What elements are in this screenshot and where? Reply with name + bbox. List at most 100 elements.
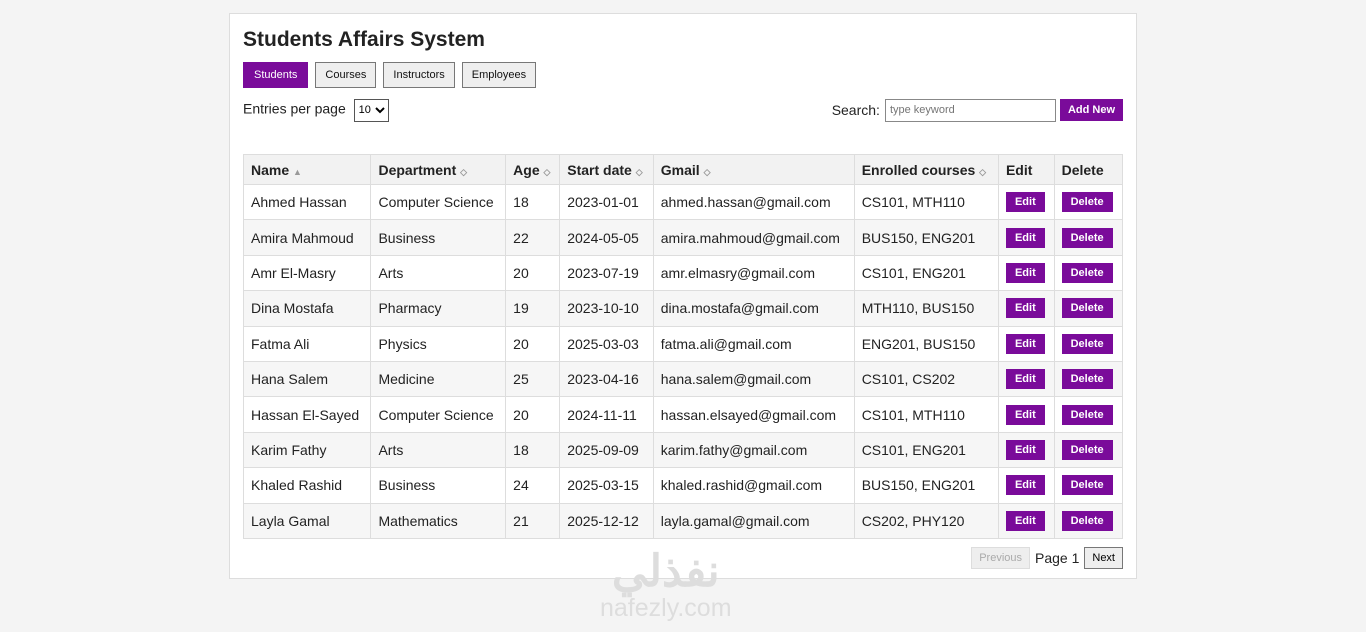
- cell-delete: Delete: [1053, 431, 1124, 469]
- delete-button[interactable]: Delete: [1061, 510, 1113, 531]
- add-new-button[interactable]: Add New: [1059, 99, 1123, 121]
- table-row: Karim Fathy Arts 18 2025-09-09 karim.fathy@g…: [242, 431, 1124, 469]
- cell-delete: Delete: [1053, 396, 1124, 433]
- edit-button[interactable]: Edit: [1005, 192, 1045, 213]
- sort-icon[interactable]: ▲: [293, 167, 302, 177]
- cell-edit: Edit: [997, 467, 1055, 504]
- column-header-start-date[interactable]: Start date ◇: [559, 154, 654, 185]
- column-header-gmail[interactable]: Gmail ◇: [652, 154, 855, 185]
- cell-enrolled-courses: ENG201, BUS150: [853, 325, 999, 362]
- watermark-latin: nafezly.com: [600, 594, 732, 622]
- cell-start-date: 2023-07-19: [559, 254, 654, 292]
- edit-button[interactable]: Edit: [1005, 298, 1045, 319]
- column-header-label: Name: [251, 161, 290, 178]
- cell-delete: Delete: [1053, 360, 1124, 398]
- delete-button[interactable]: Delete: [1061, 192, 1113, 213]
- column-header-edit: Edit: [997, 154, 1055, 185]
- tab-employees[interactable]: Employees: [461, 62, 537, 88]
- edit-button[interactable]: Edit: [1005, 333, 1045, 354]
- cell-age: 19: [505, 290, 561, 327]
- cell-name: Fatma Ali: [242, 325, 372, 362]
- cell-gmail: amr.elmasry@gmail.com: [652, 254, 855, 292]
- main-card: Students Affairs System Students Courses…: [229, 13, 1137, 579]
- cell-delete: Delete: [1053, 290, 1124, 327]
- cell-age: 20: [505, 396, 561, 433]
- cell-gmail: hana.salem@gmail.com: [652, 360, 855, 398]
- sort-icon[interactable]: ◇: [636, 167, 643, 177]
- edit-button[interactable]: Edit: [1005, 439, 1045, 460]
- column-header-age[interactable]: Age ◇: [505, 154, 561, 185]
- cell-name: Dina Mostafa: [242, 290, 372, 327]
- cell-department: Mathematics: [370, 502, 507, 539]
- delete-button[interactable]: Delete: [1061, 404, 1113, 425]
- search-label: Search:: [831, 102, 880, 118]
- column-header-enrolled-courses[interactable]: Enrolled courses ◇: [853, 154, 999, 185]
- edit-button[interactable]: Edit: [1005, 510, 1045, 531]
- cell-delete: Delete: [1053, 219, 1124, 256]
- delete-button[interactable]: Delete: [1061, 333, 1113, 354]
- cell-start-date: 2024-05-05: [559, 219, 654, 256]
- cell-enrolled-courses: CS202, PHY120: [853, 502, 999, 539]
- delete-button[interactable]: Delete: [1061, 439, 1113, 460]
- cell-edit: Edit: [997, 219, 1055, 256]
- cell-name: Hassan El-Sayed: [242, 396, 372, 433]
- table-row: Hana Salem Medicine 25 2023-04-16 hana.salem…: [242, 360, 1124, 398]
- watermark-logo: نفذلي nafezly.com: [600, 548, 732, 623]
- next-button[interactable]: Next: [1084, 546, 1123, 569]
- cell-edit: Edit: [997, 254, 1055, 292]
- cell-start-date: 2025-03-15: [559, 467, 654, 504]
- sort-icon[interactable]: ◇: [704, 167, 711, 177]
- cell-name: Amira Mahmoud: [242, 219, 372, 256]
- tab-students[interactable]: Students: [243, 62, 309, 88]
- delete-button[interactable]: Delete: [1061, 262, 1113, 283]
- cell-name: Khaled Rashid: [242, 467, 372, 504]
- edit-button[interactable]: Edit: [1005, 227, 1045, 248]
- cell-enrolled-courses: BUS150, ENG201: [853, 467, 999, 504]
- cell-department: Medicine: [370, 360, 507, 398]
- cell-edit: Edit: [997, 396, 1055, 433]
- delete-button[interactable]: Delete: [1061, 369, 1113, 390]
- search-input[interactable]: [884, 98, 1056, 122]
- edit-button[interactable]: Edit: [1005, 475, 1045, 496]
- table-row: Hassan El-Sayed Computer Science 20 2024-11…: [242, 396, 1124, 433]
- cell-department: Business: [370, 467, 507, 504]
- column-header-name[interactable]: Name ▲: [242, 154, 372, 185]
- cell-gmail: amira.mahmoud@gmail.com: [652, 219, 855, 256]
- sort-icon[interactable]: ◇: [544, 167, 551, 177]
- cell-gmail: layla.gamal@gmail.com: [652, 502, 855, 539]
- sort-icon[interactable]: ◇: [979, 167, 986, 177]
- delete-button[interactable]: Delete: [1061, 227, 1113, 248]
- previous-button[interactable]: Previous: [971, 546, 1030, 569]
- cell-gmail: karim.fathy@gmail.com: [652, 431, 855, 469]
- cell-age: 22: [505, 219, 561, 256]
- cell-name: Ahmed Hassan: [242, 183, 372, 221]
- cell-department: Computer Science: [370, 183, 507, 221]
- cell-department: Business: [370, 219, 507, 256]
- cell-edit: Edit: [997, 360, 1055, 398]
- cell-edit: Edit: [997, 183, 1055, 221]
- cell-enrolled-courses: BUS150, ENG201: [853, 219, 999, 256]
- tab-bar: Students Courses Instructors Employees: [243, 62, 1123, 88]
- delete-button[interactable]: Delete: [1061, 298, 1113, 319]
- cell-gmail: hassan.elsayed@gmail.com: [652, 396, 855, 433]
- cell-age: 21: [505, 502, 561, 539]
- tab-instructors[interactable]: Instructors: [383, 62, 455, 88]
- entries-select[interactable]: 10: [353, 98, 389, 122]
- cell-enrolled-courses: CS101, MTH110: [853, 396, 999, 433]
- cell-gmail: khaled.rashid@gmail.com: [652, 467, 855, 504]
- cell-start-date: 2025-09-09: [559, 431, 654, 469]
- edit-button[interactable]: Edit: [1005, 369, 1045, 390]
- cell-start-date: 2025-03-03: [559, 325, 654, 362]
- edit-button[interactable]: Edit: [1005, 262, 1045, 283]
- delete-button[interactable]: Delete: [1061, 475, 1113, 496]
- column-header-label: Start date: [567, 161, 632, 178]
- cell-delete: Delete: [1053, 467, 1124, 504]
- sort-icon[interactable]: ◇: [460, 167, 467, 177]
- cell-edit: Edit: [997, 431, 1055, 469]
- entries-label: Entries per page: [243, 100, 346, 116]
- cell-gmail: fatma.ali@gmail.com: [652, 325, 855, 362]
- tab-courses[interactable]: Courses: [315, 62, 377, 88]
- column-header-department[interactable]: Department ◇: [370, 154, 507, 185]
- table-row: Ahmed Hassan Computer Science 18 2023-01-01…: [242, 183, 1124, 221]
- edit-button[interactable]: Edit: [1005, 404, 1045, 425]
